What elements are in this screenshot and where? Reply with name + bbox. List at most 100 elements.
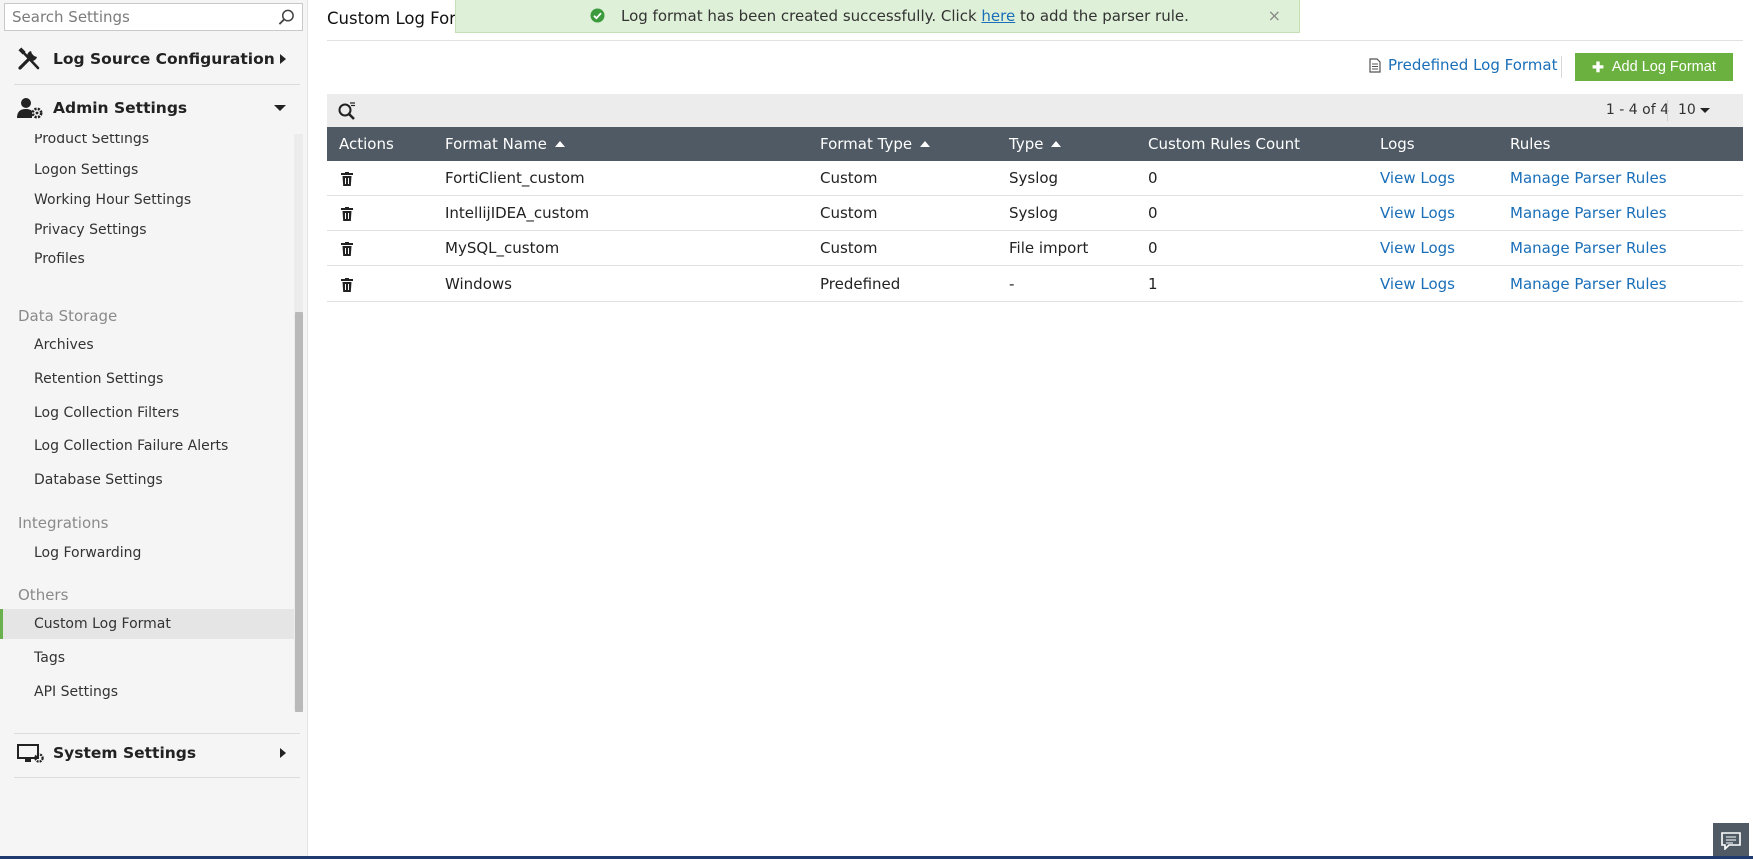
manage-parser-rules-link[interactable]: Manage Parser Rules (1510, 161, 1667, 196)
sidebar-item-database-settings[interactable]: Database Settings (0, 465, 300, 495)
table-row: MySQL_custom Custom File import 0 View L… (327, 231, 1743, 266)
toast-text-after: to add the parser rule. (1015, 7, 1189, 25)
sidebar-item-product-settings[interactable]: Product Settings (0, 134, 300, 154)
main-content: Custom Log Forr Log format has been crea… (309, 0, 1753, 859)
cell-type: - (1009, 275, 1015, 293)
add-log-format-button[interactable]: ✚ Add Log Format (1575, 53, 1733, 81)
section-admin-settings[interactable]: Admin Settings (0, 90, 300, 126)
section-system-settings[interactable]: System Settings (0, 735, 300, 771)
group-label-others: Others (18, 586, 69, 604)
col-rules: Rules (1510, 127, 1550, 161)
section-log-source-configuration[interactable]: Log Source Configuration (0, 41, 300, 77)
search-settings-box[interactable] (4, 3, 303, 31)
col-type-label: Type (1009, 135, 1044, 153)
monitor-gear-icon (17, 744, 44, 763)
cell-type: Syslog (1009, 204, 1059, 222)
col-format-name[interactable]: Format Name (445, 127, 565, 161)
predefined-log-format-label: Predefined Log Format (1388, 56, 1558, 74)
cell-rules-count: 0 (1148, 239, 1158, 257)
sidebar-item-logon-settings[interactable]: Logon Settings (0, 155, 300, 185)
view-logs-link[interactable]: View Logs (1380, 267, 1455, 302)
search-filter-icon[interactable] (337, 101, 357, 121)
trash-icon[interactable] (341, 242, 353, 256)
table-row: Windows Predefined - 1 View Logs Manage … (327, 267, 1743, 302)
sort-asc-icon (1051, 141, 1062, 147)
cell-rules-count: 0 (1148, 204, 1158, 222)
cell-rules-count: 0 (1148, 169, 1158, 187)
document-icon (1369, 57, 1381, 73)
cell-format-type: Custom (820, 204, 878, 222)
col-format-type[interactable]: Format Type (820, 127, 931, 161)
sidebar-scrollbar-thumb[interactable] (295, 312, 303, 712)
chevron-right-icon (280, 748, 286, 758)
view-logs-link[interactable]: View Logs (1380, 231, 1455, 266)
table-row: IntellijIDEA_custom Custom Syslog 0 View… (327, 196, 1743, 231)
sidebar-item-privacy-settings[interactable]: Privacy Settings (0, 215, 300, 245)
trash-icon[interactable] (341, 207, 353, 221)
sidebar-item-archives[interactable]: Archives (0, 330, 300, 360)
sort-asc-icon (920, 141, 931, 147)
check-circle-icon (590, 8, 605, 23)
manage-parser-rules-link[interactable]: Manage Parser Rules (1510, 267, 1667, 302)
section-label: System Settings (53, 744, 197, 762)
cell-format-name: Windows (445, 275, 512, 293)
manage-parser-rules-link[interactable]: Manage Parser Rules (1510, 231, 1667, 266)
sidebar-item-custom-log-format[interactable]: Custom Log Format (0, 609, 300, 639)
user-gear-icon (17, 98, 43, 119)
col-logs: Logs (1380, 127, 1415, 161)
admin-settings-list: Product Settings Logon Settings Working … (0, 134, 308, 714)
sidebar-item-log-collection-filters[interactable]: Log Collection Filters (0, 398, 300, 428)
trash-icon[interactable] (341, 278, 353, 292)
toast-here-link[interactable]: here (981, 7, 1015, 25)
col-rules-label: Rules (1510, 135, 1551, 153)
sort-asc-icon (554, 141, 565, 147)
table-toolbar: 1 - 4 of 4 10 (327, 94, 1743, 127)
sidebar-item-log-forwarding[interactable]: Log Forwarding (0, 538, 300, 568)
add-log-format-label: Add Log Format (1611, 59, 1716, 75)
group-label-data-storage: Data Storage (18, 307, 118, 325)
col-actions-label: Actions (339, 135, 394, 153)
sidebar-item-tags[interactable]: Tags (0, 643, 300, 673)
tools-icon (18, 47, 40, 70)
sidebar-item-working-hour-settings[interactable]: Working Hour Settings (0, 185, 300, 215)
predefined-log-format-link[interactable]: Predefined Log Format (1369, 56, 1558, 74)
col-custom-rules-count: Custom Rules Count (1148, 127, 1300, 161)
rows-per-page-select[interactable]: 10 (1678, 102, 1710, 118)
cell-format-name: MySQL_custom (445, 239, 560, 257)
divider (14, 777, 300, 778)
cell-rules-count: 1 (1148, 275, 1158, 293)
sidebar-item-api-settings[interactable]: API Settings (0, 677, 300, 707)
search-icon[interactable] (278, 9, 295, 26)
divider (14, 84, 300, 85)
success-toast: Log format has been created successfully… (455, 0, 1300, 33)
col-format-type-label: Format Type (820, 135, 913, 153)
view-logs-link[interactable]: View Logs (1380, 196, 1455, 231)
chat-icon (1721, 832, 1741, 850)
cell-format-type: Custom (820, 169, 878, 187)
cell-type: File import (1009, 239, 1089, 257)
sidebar-item-retention-settings[interactable]: Retention Settings (0, 364, 300, 394)
trash-icon[interactable] (341, 172, 353, 186)
search-settings-input[interactable] (5, 4, 265, 30)
group-label-integrations: Integrations (18, 514, 109, 532)
cell-format-type: Predefined (820, 275, 901, 293)
cell-format-name: IntellijIDEA_custom (445, 204, 590, 222)
sidebar-item-log-collection-failure-alerts[interactable]: Log Collection Failure Alerts (0, 431, 300, 461)
col-logs-label: Logs (1380, 135, 1415, 153)
view-logs-link[interactable]: View Logs (1380, 161, 1455, 196)
sidebar-item-profiles[interactable]: Profiles (0, 244, 300, 274)
section-label: Admin Settings (53, 99, 188, 117)
toolbar-separator (1561, 56, 1562, 78)
pager-separator (1667, 100, 1668, 121)
chat-button[interactable] (1713, 823, 1749, 859)
divider (14, 733, 300, 734)
col-format-name-label: Format Name (445, 135, 547, 153)
col-type[interactable]: Type (1009, 127, 1062, 161)
close-icon[interactable]: × (1268, 6, 1281, 25)
page-title: Custom Log Forr (327, 9, 463, 28)
cell-format-name: FortiClient_custom (445, 169, 585, 187)
col-custom-rules-count-label: Custom Rules Count (1148, 135, 1301, 153)
chevron-down-icon (1699, 107, 1710, 113)
chevron-down-icon (274, 105, 286, 111)
manage-parser-rules-link[interactable]: Manage Parser Rules (1510, 196, 1667, 231)
